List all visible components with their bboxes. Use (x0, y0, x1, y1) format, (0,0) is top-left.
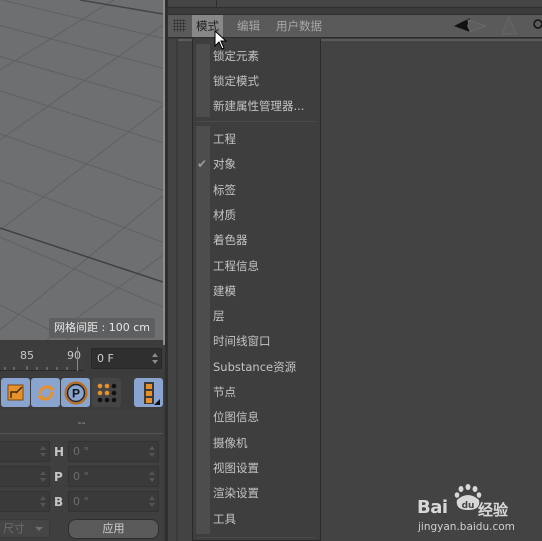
menu-item[interactable]: 对象 (213, 155, 236, 173)
current-frame-value: 0 F (97, 352, 114, 365)
menu-separator (196, 121, 316, 122)
spinner-icon[interactable] (149, 471, 155, 482)
menu-item[interactable]: 工程 (213, 130, 236, 148)
rotation-p-value: 0 ° (73, 470, 89, 483)
rotate-tool-button[interactable] (31, 378, 60, 407)
timeline-button[interactable] (134, 378, 163, 407)
p-glyph: P (71, 386, 79, 400)
panel-edge (176, 39, 178, 541)
film-strip-icon (143, 381, 160, 405)
menu-gutter (196, 44, 210, 117)
apply-button[interactable]: 应用 (68, 519, 159, 539)
menu-gutter (196, 126, 210, 534)
menu-item[interactable]: 锁定模式 (213, 72, 259, 90)
rotate-tool-icon (36, 384, 55, 401)
keyframe-dots-button[interactable] (92, 378, 121, 407)
size-mode-value: 尺寸 (3, 522, 25, 535)
size-mode-dropdown[interactable]: 尺寸 (0, 519, 50, 538)
axis-label-h: H (54, 445, 65, 459)
menu-user-data[interactable]: 用户数据 (272, 15, 326, 37)
current-frame-field[interactable]: 0 F (91, 348, 162, 369)
rotation-h-value: 0 ° (73, 445, 89, 458)
menu-item[interactable]: Substance资源 (213, 358, 296, 376)
ruler-ticks (4, 366, 68, 370)
menu-item[interactable]: 新建属性管理器... (213, 97, 304, 115)
param-p-icon: P (64, 381, 87, 404)
mouse-cursor-icon (214, 30, 228, 50)
viewport-grid (0, 0, 163, 340)
menu-item[interactable]: 位图信息 (213, 408, 259, 426)
rotation-p-field[interactable]: 0 ° (68, 466, 159, 487)
spinner-icon[interactable] (149, 496, 155, 507)
nav-icons (454, 16, 542, 35)
watermark-url: jingyan.baidu.com (418, 521, 515, 533)
axis-label-p: P (54, 470, 63, 484)
forward-arrow-icon[interactable] (467, 19, 488, 33)
rotation-b-field[interactable]: 0 ° (68, 491, 159, 512)
axis-label-b: B (54, 495, 64, 509)
keyframe-dots-icon (97, 383, 116, 402)
menu-item[interactable]: 节点 (213, 383, 236, 401)
menu-item[interactable]: 标签 (213, 181, 236, 199)
menu-item[interactable]: 渲染设置 (213, 484, 259, 502)
3d-viewport[interactable]: 网格间距 : 100 cm (0, 0, 163, 340)
rotation-b-value: 0 ° (73, 495, 89, 508)
paw-text: du (462, 501, 475, 511)
menu-item[interactable]: 工程信息 (213, 257, 259, 275)
spinner-icon[interactable] (149, 446, 155, 457)
top-panel-strip (168, 0, 542, 8)
grid-spacing-label: 网格间距 : 100 cm (49, 318, 155, 338)
menu-item[interactable]: 时间线窗口 (213, 332, 271, 350)
checkmark-icon: ✔ (197, 157, 208, 172)
search-icon[interactable] (533, 19, 542, 29)
frame-spinner-icon[interactable] (152, 353, 158, 364)
menu-item[interactable]: 建模 (213, 282, 236, 300)
spinner-icon[interactable] (40, 471, 46, 482)
chevron-down-icon (35, 527, 43, 531)
menu-item[interactable]: 层 (213, 307, 225, 325)
menu-item[interactable]: 视图设置 (213, 459, 259, 477)
up-arrow-icon[interactable] (501, 16, 517, 35)
tick-label-85: 85 (20, 349, 34, 362)
menu-separator (196, 537, 316, 538)
rotation-h-field[interactable]: 0 ° (68, 441, 159, 462)
menu-item[interactable]: 工具 (213, 510, 236, 528)
scale-tool-icon (7, 384, 23, 400)
tick-label-90: 90 (67, 349, 81, 362)
size-y-field[interactable] (0, 466, 50, 487)
watermark-suffix: 经验 (478, 501, 509, 519)
divider (0, 433, 163, 434)
size-z-field[interactable] (0, 491, 50, 512)
timeline-end-marker (77, 347, 78, 371)
spinner-icon[interactable] (40, 446, 46, 457)
watermark-brand: Bai (417, 497, 448, 518)
scale-tool-button[interactable] (1, 378, 30, 407)
coordinates-header: -- (77, 416, 86, 429)
param-button[interactable]: P (61, 378, 90, 407)
panel-grip-icon[interactable] (173, 19, 186, 32)
menu-item[interactable]: 材质 (213, 206, 236, 224)
menu-edit[interactable]: 编辑 (233, 15, 264, 37)
menu-item[interactable]: 摄像机 (213, 434, 248, 452)
size-x-field[interactable] (0, 441, 50, 462)
app-window: 网格间距 : 100 cm 85 90 0 F P -- H 0 ° P 0 °… (0, 0, 542, 541)
spinner-icon[interactable] (40, 496, 46, 507)
menu-item[interactable]: 着色器 (213, 231, 248, 249)
